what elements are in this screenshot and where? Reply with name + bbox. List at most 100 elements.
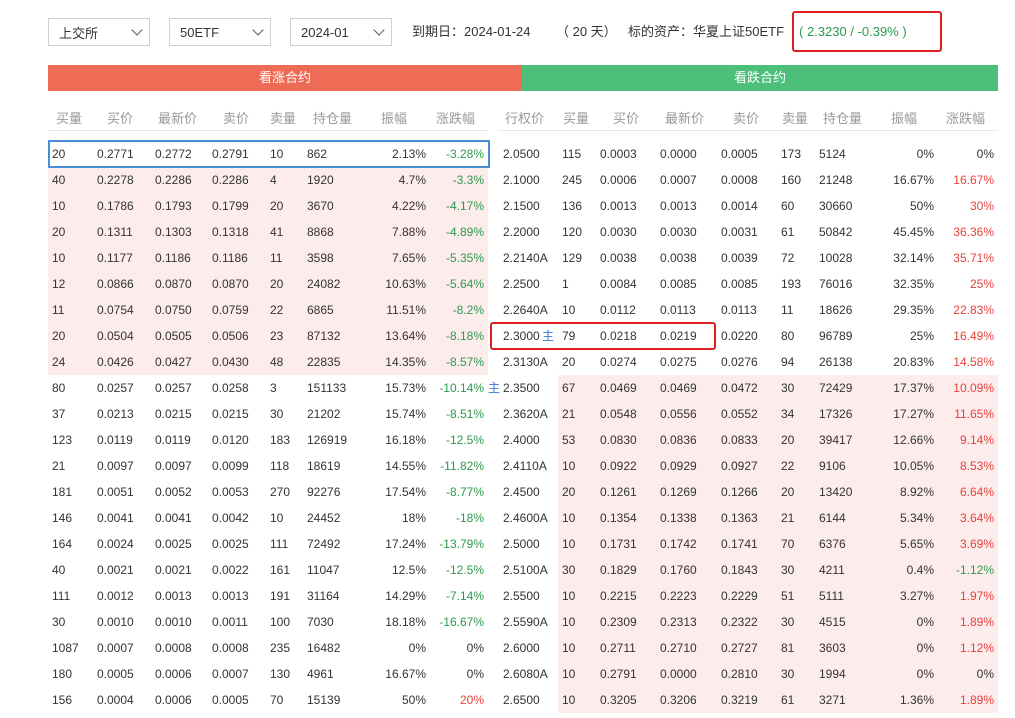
put-cell-ask-price: 0.0039 [721,251,758,265]
call-contracts-banner: 看涨合约 [48,65,522,91]
call-cell-amplitude: 4.22% [391,199,426,213]
call-cell-bid-volume: 164 [52,537,73,551]
chevron-down-icon [252,24,264,36]
put-cell-ask-volume: 30 [781,381,795,395]
call-cell-bid-volume: 12 [52,277,66,291]
call-cell-ask-volume: 10 [270,511,284,525]
put-cell-last-price: 0.0929 [660,459,697,473]
call-cell-last-price: 0.0097 [155,459,192,473]
put-cell-bid-volume: 129 [562,251,583,265]
call-cell-bid-price: 0.0213 [97,407,134,421]
strike-price: 2.2640A [503,303,548,317]
call-cell-bid-price: 0.0504 [97,329,134,343]
put-cell-ask-volume: 20 [781,485,795,499]
put-cell-amplitude: 12.66% [893,433,934,447]
call-cell-amplitude: 7.88% [391,225,426,239]
call-cell-amplitude: 14.29% [385,589,426,603]
put-header-bid-price: 买价 [613,111,640,126]
put-cell-bid-volume: 10 [562,693,576,707]
call-cell-bid-price: 0.0119 [97,433,133,447]
call-cell-bid-price: 0.0007 [97,641,134,655]
strike-price: 2.6000 [503,641,540,655]
call-cell-bid-volume: 21 [52,459,66,473]
strike-price: 2.6080A [503,667,548,681]
call-cell-bid-price: 0.1177 [97,251,133,265]
call-cell-ask-volume: 191 [270,589,291,603]
call-cell-bid-volume: 80 [52,381,66,395]
call-cell-ask-price: 0.0870 [212,277,249,291]
put-cell-ask-price: 0.2810 [721,667,758,681]
call-cell-last-price: 0.1186 [155,251,191,265]
call-cell-ask-price: 0.0011 [212,615,248,629]
call-cell-open-interest: 11047 [307,563,340,577]
put-cell-ask-price: 0.2322 [721,615,758,629]
put-cell-ask-volume: 81 [781,641,795,655]
put-cell-ask-price: 0.0014 [721,199,758,213]
call-cell-ask-price: 0.0005 [212,693,249,707]
call-cell-change-pct: -5.35% [445,251,484,265]
put-cell-bid-volume: 10 [562,537,576,551]
put-cell-amplitude: 0% [916,615,934,629]
call-cell-change-pct: -12.5% [445,433,484,447]
atm-highlight-box [490,322,716,350]
call-cell-bid-volume: 123 [52,433,73,447]
call-cell-last-price: 0.0750 [155,303,192,317]
put-cell-amplitude: 3.27% [899,589,934,603]
call-cell-change-pct: -13.79% [439,537,484,551]
call-cell-open-interest: 16482 [307,641,341,655]
put-cell-bid-volume: 245 [562,173,583,187]
call-cell-last-price: 0.1303 [155,225,192,239]
call-cell-change-pct: -8.18% [445,329,484,343]
strike-price: 2.2500 [503,277,540,291]
call-cell-change-pct: -10.14% [439,381,484,395]
exchange-select[interactable]: 上交所 [48,18,150,46]
put-cell-ask-price: 0.3219 [721,693,758,707]
put-cell-ask-price: 0.0927 [721,459,758,473]
call-cell-last-price: 0.2286 [155,173,192,187]
put-cell-amplitude: 32.35% [893,277,934,291]
put-cell-change-pct: -1.12% [955,563,994,577]
put-cell-change-pct: 10.09% [953,381,994,395]
call-cell-last-price: 0.0021 [155,563,192,577]
call-cell-ask-price: 0.0042 [212,511,249,525]
month-select[interactable]: 2024-01 [290,18,392,46]
put-cell-ask-volume: 21 [781,511,795,525]
put-cell-change-pct: 25% [969,277,994,291]
call-cell-bid-volume: 40 [52,173,66,187]
call-cell-amplitude: 13.64% [385,329,426,343]
put-cell-bid-price: 0.1731 [600,537,637,551]
put-cell-last-price: 0.0030 [660,225,697,239]
put-cell-last-price: 0.2223 [660,589,697,603]
call-cell-change-pct: -8.77% [445,485,484,499]
call-cell-open-interest: 31164 [307,589,340,603]
call-cell-bid-volume: 10 [52,251,66,265]
call-cell-bid-price: 0.2278 [97,173,134,187]
call-cell-bid-volume: 37 [52,407,66,421]
put-cell-ask-volume: 30 [781,615,795,629]
put-cell-bid-price: 0.0013 [600,199,637,213]
put-cell-bid-volume: 10 [562,615,576,629]
call-cell-open-interest: 24452 [307,511,341,525]
put-cell-amplitude: 10.05% [893,459,934,473]
call-cell-last-price: 0.0025 [155,537,192,551]
put-cell-ask-price: 0.0008 [721,173,758,187]
strike-price: 2.1000 [503,173,540,187]
put-cell-ask-price: 0.0220 [721,329,758,343]
underlying-select[interactable]: 50ETF [169,18,271,46]
call-cell-bid-volume: 30 [52,615,66,629]
call-cell-change-pct: -8.2% [452,303,484,317]
put-cell-ask-volume: 61 [781,693,795,707]
call-cell-change-pct: -4.17% [445,199,484,213]
strike-price: 2.1500 [503,199,540,213]
call-cell-amplitude: 50% [401,693,426,707]
put-cell-ask-volume: 22 [781,459,795,473]
call-cell-bid-volume: 1087 [52,641,79,655]
call-cell-amplitude: 10.63% [385,277,426,291]
put-cell-change-pct: 3.64% [959,511,994,525]
put-cell-bid-volume: 10 [562,589,576,603]
put-cell-amplitude: 45.45% [893,225,934,239]
put-cell-change-pct: 1.97% [959,589,994,603]
call-cell-bid-volume: 111 [52,589,71,603]
strike-price: 2.2140A [503,251,548,265]
call-cell-amplitude: 12.5% [391,563,426,577]
